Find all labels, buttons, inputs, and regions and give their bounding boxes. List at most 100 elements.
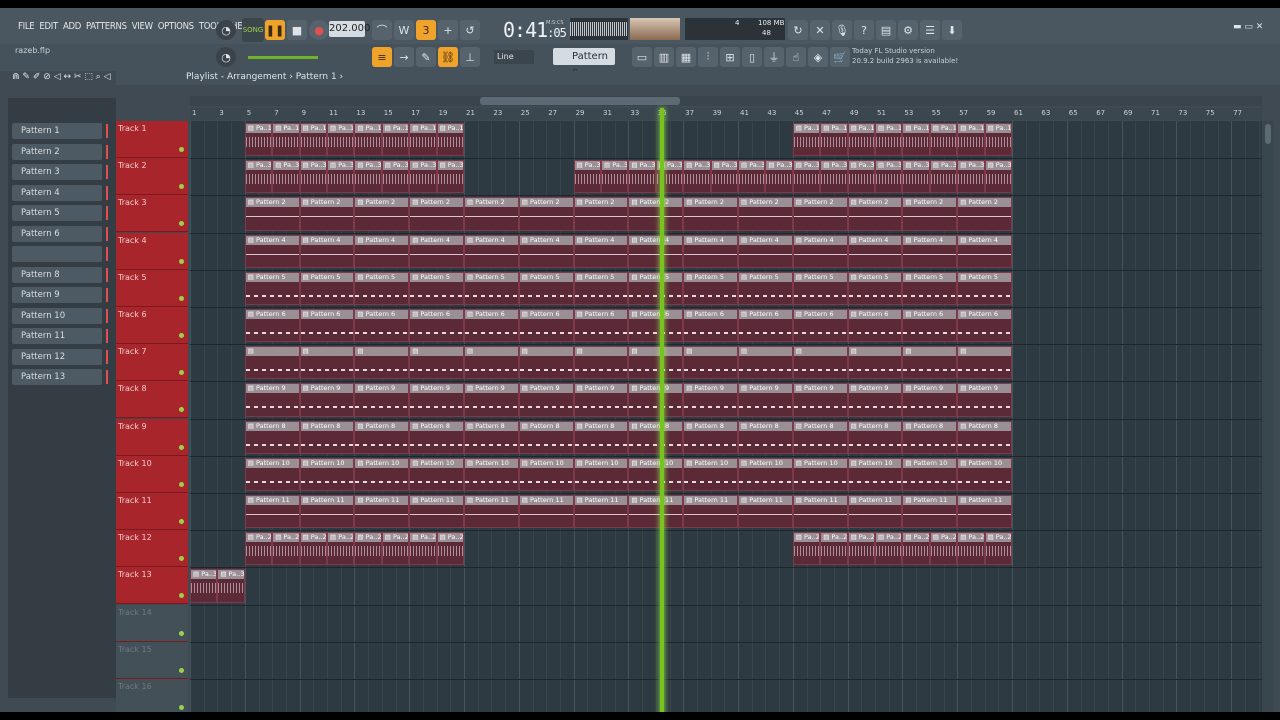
- slip-icon[interactable]: ↔: [63, 72, 71, 82]
- track-header[interactable]: Track 16: [116, 679, 188, 712]
- chat-icon[interactable]: ☰: [920, 20, 940, 40]
- pattern-clip[interactable]: ▤ Pattern 6: [409, 309, 464, 343]
- pattern-clip[interactable]: ▤ Pattern 8: [573, 420, 629, 454]
- pattern-clip[interactable]: ▤ Pattern 11: [847, 495, 903, 529]
- vertical-scroll-thumb[interactable]: [1265, 124, 1271, 144]
- arrow-icon[interactable]: →: [394, 47, 414, 67]
- master-volume-knob[interactable]: ◔: [216, 20, 236, 40]
- track-mute-led[interactable]: [179, 370, 184, 376]
- pattern-clip[interactable]: ▤ Pa..2: [409, 532, 437, 566]
- pattern-clip[interactable]: ▤ Pattern 9: [464, 383, 519, 417]
- pattern-clip[interactable]: ▤: [518, 346, 574, 380]
- pattern-clip[interactable]: ▤ Pattern 2: [683, 197, 738, 231]
- pattern-clip[interactable]: ▤ Pattern 6: [957, 309, 1012, 343]
- vertical-scrollbar[interactable]: [1262, 121, 1274, 712]
- menu-view[interactable]: VIEW: [132, 21, 153, 32]
- pattern-clip[interactable]: ▤ Pa..2: [272, 532, 300, 566]
- playlist-grid[interactable]: ▤ Pa..1 ▤ Pa..1 ▤ Pa..1 ▤ Pa..1 ▤ Pa..1 ▤ Pa.…: [190, 121, 1262, 712]
- master-volume-slider[interactable]: [248, 56, 318, 59]
- pattern-clip[interactable]: ▤ Pattern 9: [244, 383, 300, 417]
- pattern-clip[interactable]: ▤ Pa..2: [381, 532, 410, 566]
- track-mute-led[interactable]: [179, 705, 184, 710]
- brush-icon[interactable]: ✐: [33, 72, 41, 82]
- menu-add[interactable]: ADD: [63, 21, 81, 32]
- track-mute-led[interactable]: [179, 333, 184, 338]
- pattern-clip[interactable]: ▤ Pa..3: [957, 160, 985, 194]
- download-icon[interactable]: ⬇: [942, 20, 962, 40]
- pattern-clip[interactable]: ▤ Pa..3: [573, 160, 601, 194]
- pattern-clip[interactable]: ▤ Pattern 2: [354, 197, 410, 231]
- pattern-clip[interactable]: ▤ Pattern 11: [792, 495, 848, 529]
- browser-icon[interactable]: ▤: [876, 20, 896, 40]
- track-header[interactable]: Track 11: [116, 493, 188, 530]
- pattern-clip[interactable]: ▤: [409, 346, 464, 380]
- pattern-clip[interactable]: ▤ Pattern 2: [847, 197, 903, 231]
- pattern-clip[interactable]: ▤ Pattern 6: [464, 309, 519, 343]
- pattern-clip[interactable]: ▤ Pa..3: [299, 160, 327, 194]
- pattern-clip[interactable]: ▤ Pattern 2: [738, 197, 793, 231]
- pattern-clip[interactable]: ▤ Pa..3: [984, 160, 1012, 194]
- track-header[interactable]: Track 8: [116, 381, 188, 419]
- pattern-clip[interactable]: ▤ Pa..1: [436, 123, 464, 157]
- track-header[interactable]: Track 5: [116, 269, 188, 307]
- track-header[interactable]: Track 9: [116, 418, 188, 456]
- pattern-clip[interactable]: ▤ Pattern 5: [244, 271, 300, 305]
- pattern-clip[interactable]: ▤ Pattern 9: [957, 383, 1012, 417]
- pattern-clip[interactable]: ▤ Pattern 2: [902, 197, 958, 231]
- pattern-clip[interactable]: ▤ Pa..1: [820, 123, 848, 157]
- pattern-clip[interactable]: ▤ Pattern 4: [409, 234, 464, 268]
- pattern-clip[interactable]: ▤ Pa..3: [272, 160, 300, 194]
- pattern-clip[interactable]: ▤ Pattern 9: [518, 383, 574, 417]
- pattern-clip[interactable]: ▤ Pa..2: [984, 532, 1012, 566]
- pattern-clip[interactable]: ▤ Pa..3: [738, 160, 766, 194]
- mixer-faders-icon[interactable]: ⫶: [698, 47, 718, 67]
- pattern-clip[interactable]: ▤ Pattern 8: [902, 420, 958, 454]
- pattern-clip[interactable]: ▤ Pa..3: [409, 160, 437, 194]
- pattern-list-item[interactable]: [12, 246, 108, 262]
- news-panel[interactable]: Today FL Studio version 20.9.2 build 296…: [852, 46, 962, 70]
- pattern-clip[interactable]: ▤ Pattern 11: [902, 495, 958, 529]
- pattern-clip[interactable]: ▤ Pa..1: [327, 123, 355, 157]
- pattern-clip[interactable]: ▤ Pattern 5: [464, 271, 519, 305]
- pattern-clip[interactable]: ▤: [244, 346, 300, 380]
- timeline-ruler[interactable]: 1357911131517192123252729313335373941434…: [190, 108, 1262, 120]
- menu-file[interactable]: FILE: [18, 21, 35, 32]
- pattern-clip[interactable]: ▤ Pattern 5: [409, 271, 464, 305]
- slice-icon[interactable]: ✂: [74, 72, 82, 82]
- track-header[interactable]: Track 10: [116, 455, 188, 493]
- pattern-clip[interactable]: ▤ Pattern 8: [354, 420, 410, 454]
- pattern-clip[interactable]: ▤ Pa..3: [792, 160, 821, 194]
- pattern-clip[interactable]: ▤ Pattern 8: [244, 420, 300, 454]
- touch-icon[interactable]: ☝: [786, 47, 806, 67]
- pattern-clip[interactable]: ▤ Pa..1: [409, 123, 437, 157]
- pattern-clip[interactable]: ▤ Pattern 9: [573, 383, 629, 417]
- mute-icon[interactable]: ◁: [54, 72, 61, 82]
- pattern-clip[interactable]: ▤ Pattern 10: [464, 457, 519, 491]
- pattern-clip[interactable]: ▤ Pattern 8: [628, 420, 684, 454]
- cart-icon[interactable]: 🛒: [830, 47, 850, 67]
- pattern-clip[interactable]: ▤ Pattern 5: [518, 271, 574, 305]
- snap-select[interactable]: Line: [494, 50, 534, 64]
- pattern-clip[interactable]: ▤ Pattern 8: [464, 420, 519, 454]
- minimize-icon[interactable]: ▬: [1233, 22, 1242, 32]
- track-mute-led[interactable]: [179, 444, 184, 450]
- pattern-clip[interactable]: ▤ Pa..1: [354, 123, 382, 157]
- pattern-clip[interactable]: ▤ Pattern 11: [573, 495, 629, 529]
- undo-history-icon[interactable]: ↻: [788, 20, 808, 40]
- track-mute-led[interactable]: [179, 481, 184, 487]
- pattern-list-item[interactable]: Pattern 5: [12, 205, 108, 221]
- pattern-clip[interactable]: ▤ Pattern 9: [738, 383, 793, 417]
- track-header[interactable]: Track 4: [116, 232, 188, 270]
- pattern-clip[interactable]: ▤ Pattern 5: [299, 271, 355, 305]
- pattern-clip[interactable]: ▤ Pattern 5: [738, 271, 793, 305]
- play-button[interactable]: ❚❚: [265, 20, 285, 40]
- pattern-clip[interactable]: ▤: [628, 346, 684, 380]
- pattern-clip[interactable]: ▤ Pattern 6: [902, 309, 958, 343]
- pattern-clip[interactable]: ▤ Pattern 4: [683, 234, 738, 268]
- pattern-clip[interactable]: ▤ Pattern 4: [792, 234, 848, 268]
- countdown-icon[interactable]: 3: [416, 20, 436, 40]
- pattern-clip[interactable]: ▤ Pattern 6: [792, 309, 848, 343]
- pattern-clip[interactable]: ▤ Pattern 6: [628, 309, 684, 343]
- pattern-clip[interactable]: ▤ Pattern 11: [299, 495, 355, 529]
- track-mute-led[interactable]: [179, 667, 184, 673]
